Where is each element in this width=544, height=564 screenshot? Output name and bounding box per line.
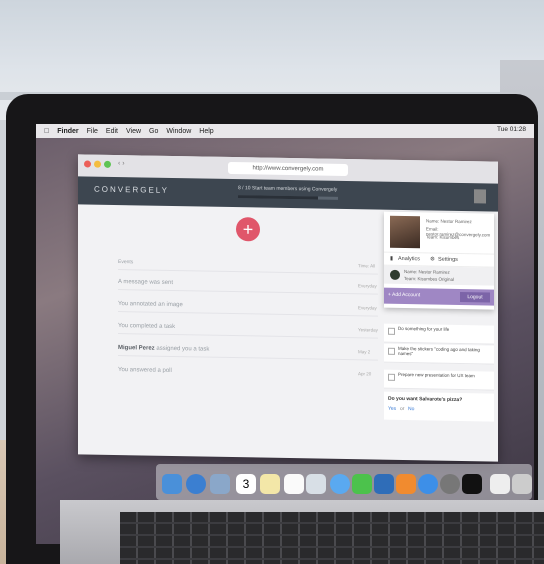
menu-finder[interactable]: Finder — [57, 128, 78, 135]
task-checkbox[interactable] — [388, 327, 395, 335]
feed-item: You annotated an image — [118, 301, 183, 309]
poll-question: Do you want Salvarote's pizza? — [388, 395, 463, 404]
menu-edit[interactable]: Edit — [106, 128, 118, 135]
system-preferences-icon[interactable] — [440, 474, 460, 494]
menu-help[interactable]: Help — [199, 128, 213, 135]
feed-item: You answered a poll — [118, 367, 172, 374]
mail-icon[interactable] — [210, 474, 230, 494]
logout-button[interactable]: Logout — [460, 292, 490, 303]
url-bar[interactable]: http://www.convergely.com — [228, 161, 348, 177]
app-store-icon[interactable] — [418, 474, 438, 494]
task-item[interactable]: Do something for your life — [384, 323, 494, 345]
apple-icon[interactable]:  — [44, 128, 49, 135]
poll-yes[interactable]: Yes — [388, 406, 396, 412]
reminders-icon[interactable] — [284, 474, 304, 494]
onboarding-progress-fill — [238, 195, 318, 200]
avatar[interactable] — [474, 189, 486, 204]
team-switcher[interactable]: Name: Nestor Ramirez Team: Kisumbes Orig… — [384, 265, 494, 286]
back-forward-icon[interactable]: ‹ › — [118, 160, 125, 167]
poll-or: or — [400, 405, 405, 413]
safari-icon[interactable] — [186, 474, 206, 494]
minimize-icon[interactable] — [94, 160, 101, 168]
mac-menubar:  Finder File Edit View Go Window Help T… — [36, 124, 534, 138]
browser-window: ‹ › http://www.convergely.com CONVERGELY… — [78, 154, 498, 462]
analytics-icon: ▮ — [390, 255, 394, 262]
profile-dropdown: Name: Nestor Ramirez Email: nestor.ramir… — [384, 211, 494, 310]
poll-card: Do you want Salvarote's pizza? Yes or No — [384, 391, 494, 422]
feed-item-time: May 2 — [358, 349, 371, 355]
gear-icon: ⚙ — [430, 256, 435, 263]
zoom-icon[interactable] — [104, 160, 111, 168]
tab-analytics[interactable]: Analytics — [398, 256, 420, 262]
tab-settings[interactable]: Settings — [438, 257, 458, 263]
feed-item-time: Apr 20 — [358, 371, 372, 377]
task-text: Do something for your life — [398, 325, 450, 332]
close-icon[interactable] — [84, 160, 91, 168]
feed-filter[interactable]: Time: All — [358, 263, 375, 268]
profile-name: Name: Nestor Ramirez — [426, 218, 472, 225]
feed-item-time: Everyday — [358, 283, 377, 289]
onboarding-progress-text: 8 / 10 Start team members using Converge… — [238, 185, 338, 193]
profile-team: Team: Kisumbes — [426, 234, 460, 240]
task-text: Prepare new presentation for UX team — [398, 371, 475, 379]
menubar-clock: Tue 01:28 — [496, 126, 526, 133]
task-text: Make the stickers "coding ago and taking… — [398, 345, 480, 357]
poll-no[interactable]: No — [408, 406, 414, 412]
keyboard-rows — [120, 512, 544, 564]
feed-item-time: Everyday — [358, 305, 377, 311]
feed-item: A message was sent — [118, 279, 174, 286]
messages-icon[interactable] — [330, 474, 350, 494]
task-checkbox[interactable] — [388, 373, 395, 381]
calendar-icon[interactable]: 3 — [236, 474, 256, 494]
trash-icon[interactable] — [512, 474, 532, 494]
terminal-icon[interactable] — [462, 474, 482, 494]
maps-icon[interactable] — [306, 474, 326, 494]
divider — [118, 289, 378, 295]
app-header: CONVERGELY 8 / 10 Start team members usi… — [78, 176, 498, 212]
facetime-icon[interactable] — [352, 474, 372, 494]
team-logo-icon — [390, 269, 400, 280]
task-item[interactable]: Make the stickers "coding ago and taking… — [384, 343, 494, 365]
document-icon[interactable] — [490, 474, 510, 494]
task-item[interactable]: Prepare new presentation for UX team — [384, 369, 494, 391]
feed-actor[interactable]: Miguel Perez — [118, 345, 155, 352]
feed-item: Miguel Perez assigned you a task — [118, 345, 209, 353]
notes-icon[interactable] — [260, 474, 280, 494]
feed-header: Events — [118, 259, 134, 266]
menu-file[interactable]: File — [87, 128, 98, 135]
menu-window[interactable]: Window — [166, 128, 191, 135]
divider — [118, 333, 378, 339]
keynote-icon[interactable] — [374, 474, 394, 494]
team-account-name: Name: Nestor Ramirez — [404, 269, 450, 275]
divider — [118, 311, 378, 317]
profile-photo — [390, 215, 420, 249]
finder-icon[interactable] — [162, 474, 182, 494]
add-button[interactable]: + — [236, 217, 260, 242]
feed-item: You completed a task — [118, 323, 176, 331]
team-account-sub: Team: Kisumbes Original — [404, 276, 455, 282]
onboarding-progress-bar — [238, 195, 338, 200]
feed-item-time: Yesterday — [358, 327, 378, 333]
task-checkbox[interactable] — [388, 347, 395, 355]
feed-item-text: assigned you a task — [156, 345, 210, 353]
divider — [118, 355, 378, 361]
menu-view[interactable]: View — [126, 128, 141, 135]
account-actions: + Add Account Logout — [384, 287, 494, 306]
ibooks-icon[interactable] — [396, 474, 416, 494]
add-account-button[interactable]: + Add Account — [388, 292, 420, 299]
divider — [118, 269, 378, 275]
menu-go[interactable]: Go — [149, 128, 158, 135]
app-logo[interactable]: CONVERGELY — [94, 185, 169, 195]
